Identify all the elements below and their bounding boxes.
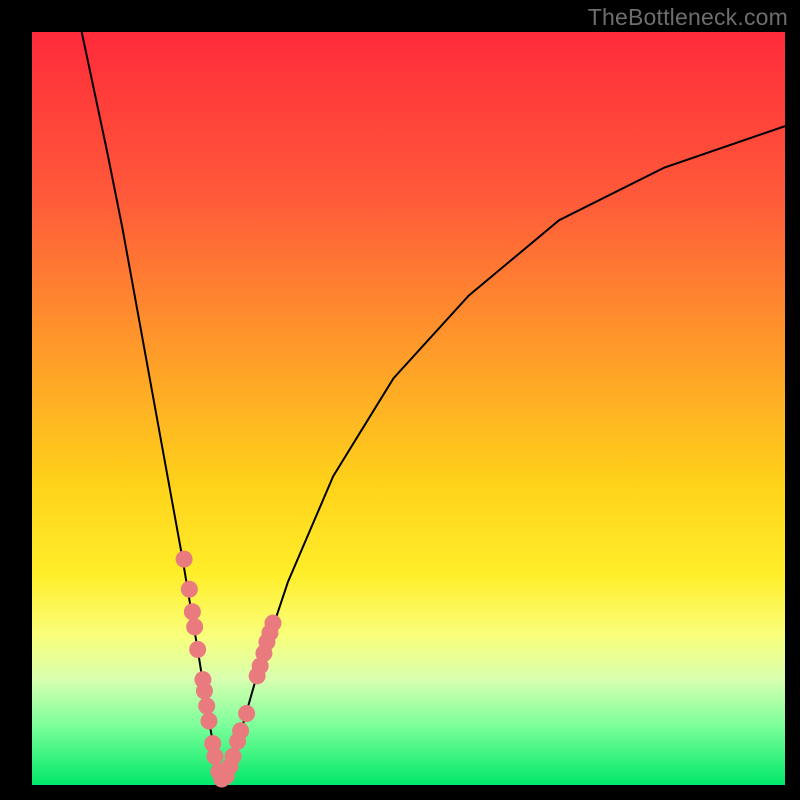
highlight-dot	[264, 615, 281, 632]
highlight-dot	[181, 581, 198, 598]
curve-right	[222, 126, 785, 785]
watermark-text: TheBottleneck.com	[588, 4, 788, 31]
highlight-dot	[196, 682, 213, 699]
chart-frame: TheBottleneck.com	[0, 0, 800, 800]
highlight-dot	[238, 705, 255, 722]
plot-area	[32, 32, 785, 785]
highlight-dot	[176, 551, 193, 568]
highlight-dot	[206, 748, 223, 765]
highlight-dot	[189, 641, 206, 658]
chart-overlay	[32, 32, 785, 785]
highlight-dot	[186, 618, 203, 635]
highlight-dot	[225, 748, 242, 765]
highlight-dot	[232, 722, 249, 739]
highlight-dot	[184, 603, 201, 620]
highlight-dot	[200, 713, 217, 730]
highlight-dot	[198, 697, 215, 714]
highlight-dots-group	[176, 551, 282, 788]
